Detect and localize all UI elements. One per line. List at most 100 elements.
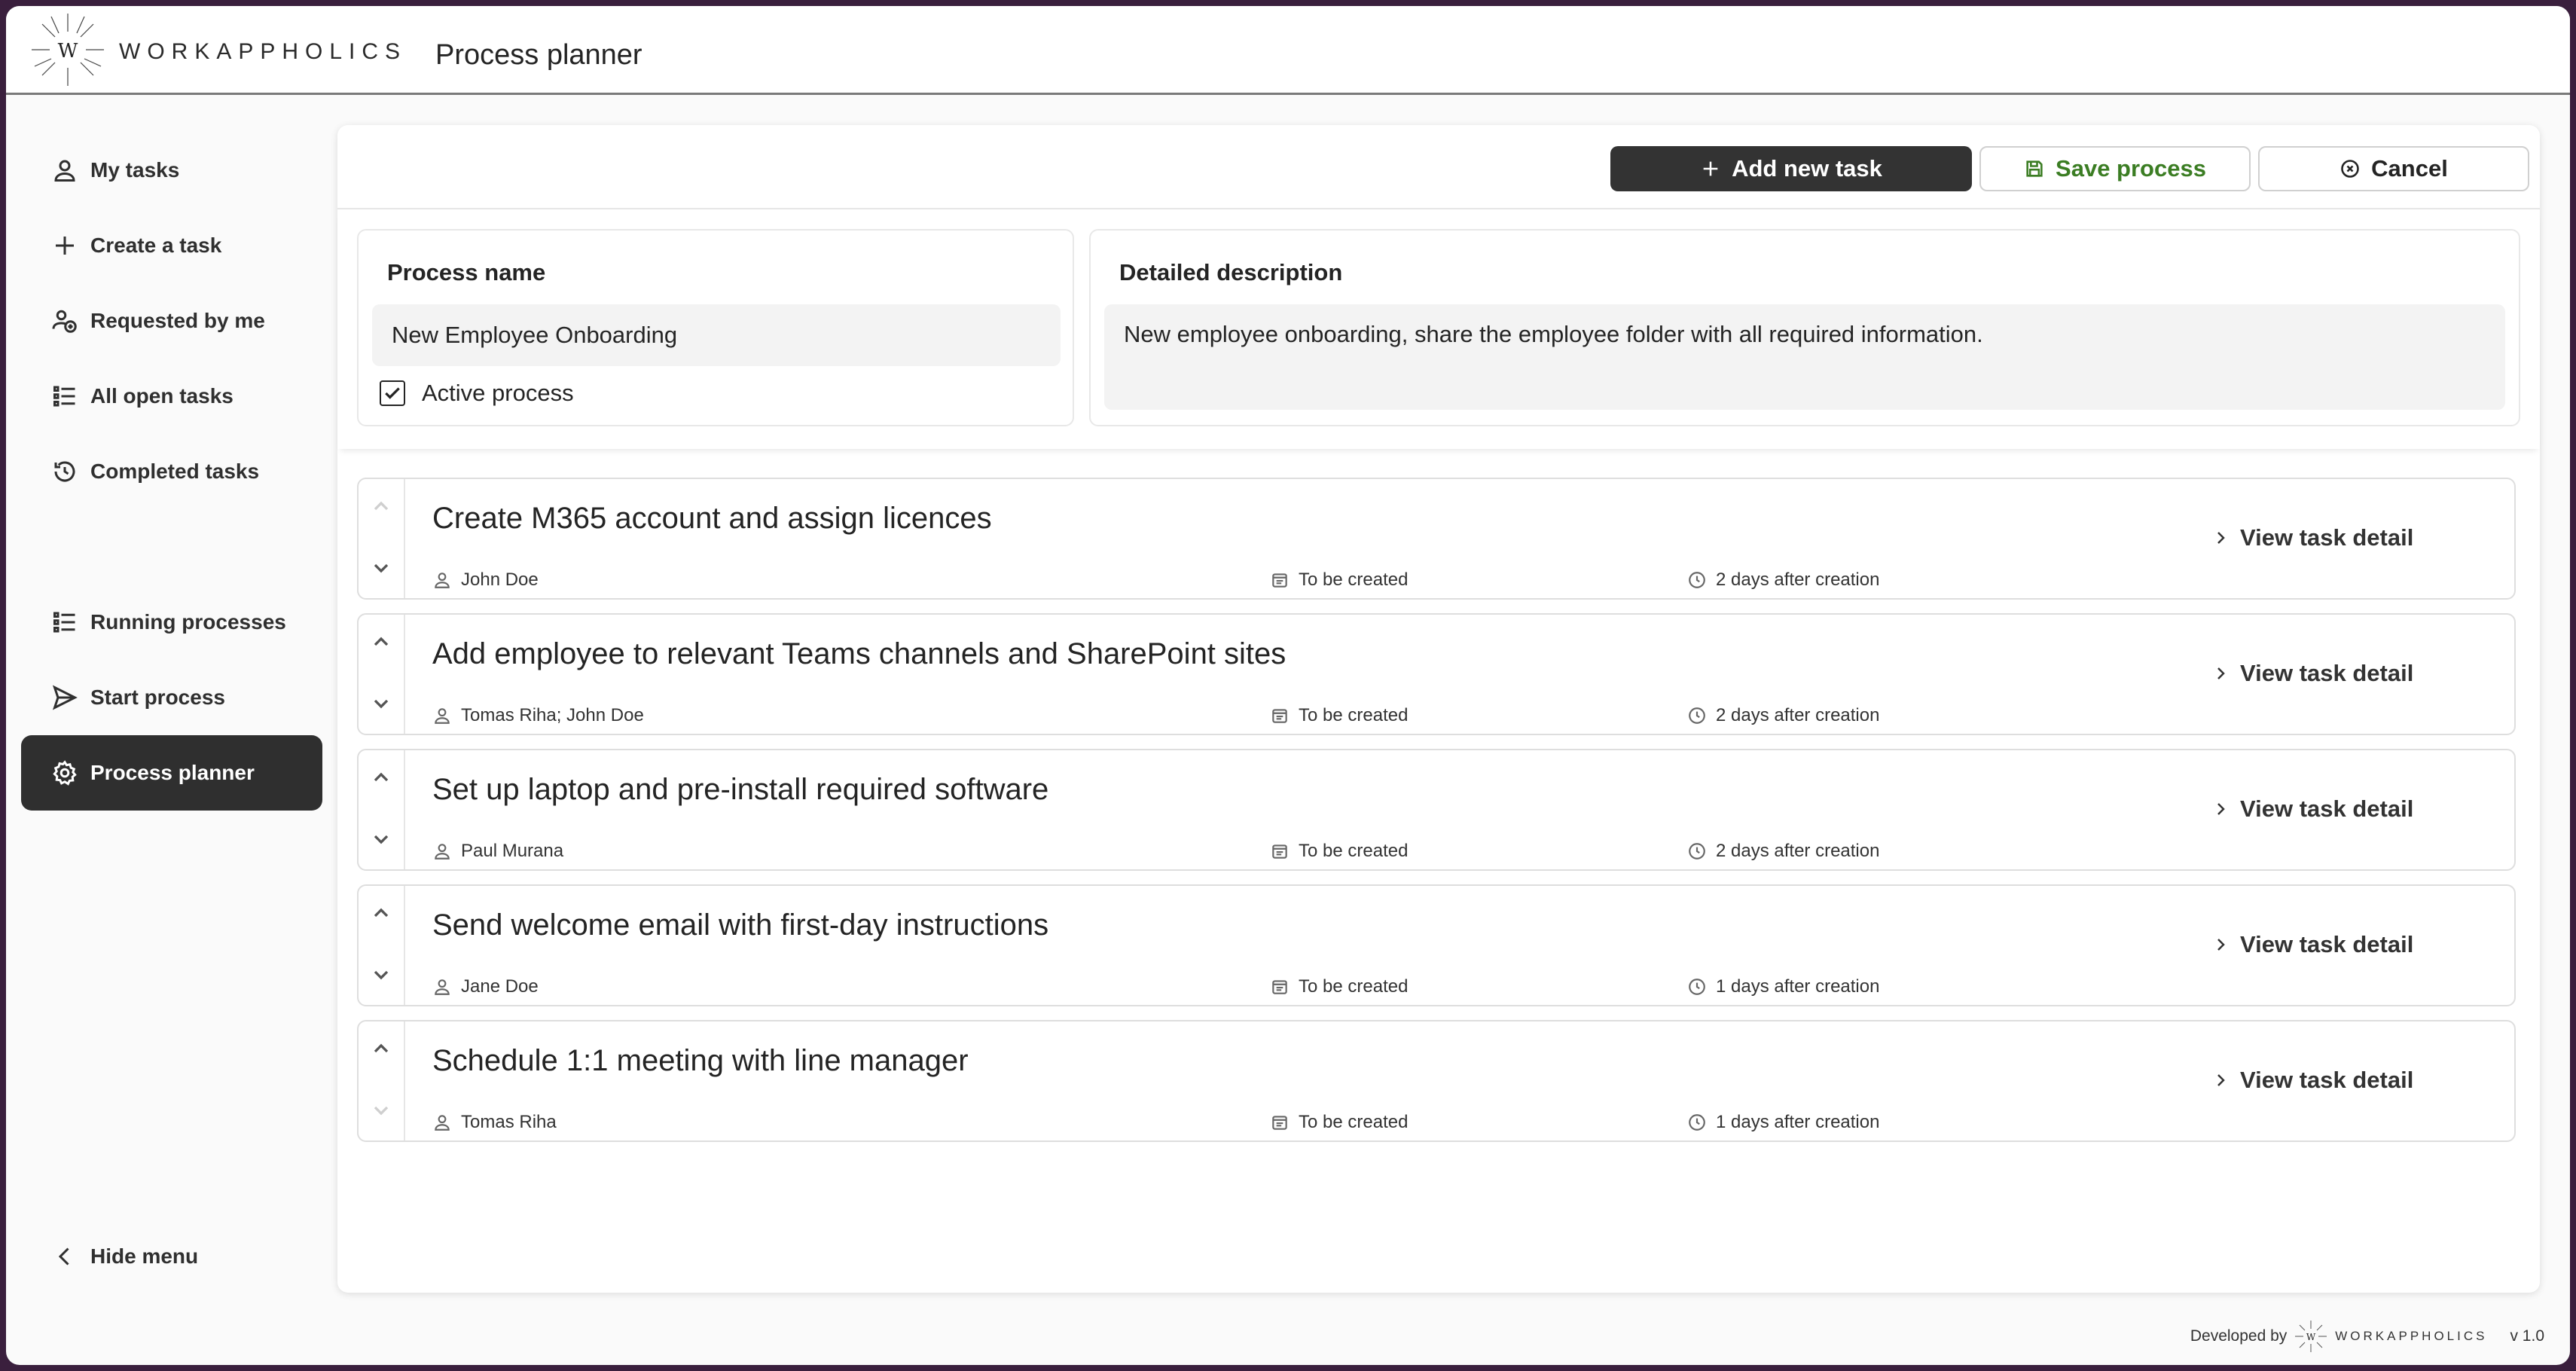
clock-icon — [1689, 707, 1705, 724]
task-status: To be created — [1270, 569, 1408, 591]
move-up-button[interactable] — [369, 630, 393, 654]
task-due: 2 days after creation — [1687, 705, 1879, 726]
task-assignee: Tomas Riha — [432, 1112, 557, 1133]
sidebar-item-label: Requested by me — [90, 309, 265, 332]
view-task-detail-link[interactable]: View task detail — [2211, 660, 2413, 687]
process-name-input[interactable]: New Employee Onboarding — [372, 304, 1061, 366]
plus-icon — [51, 232, 78, 259]
move-down-button[interactable] — [369, 692, 393, 716]
sidebar-item-label: My tasks — [90, 158, 180, 182]
sidebar-item-my-tasks[interactable]: My tasks — [21, 133, 322, 208]
sidebar-item-label: Start process — [90, 686, 225, 709]
view-task-detail-link[interactable]: View task detail — [2211, 524, 2413, 551]
process-name-card: Process name New Employee Onboarding Act… — [357, 229, 1074, 426]
task-due: 1 days after creation — [1687, 976, 1879, 997]
description-card: Detailed description New employee onboar… — [1089, 229, 2520, 426]
view-task-detail-link[interactable]: View task detail — [2211, 795, 2413, 823]
description-textarea[interactable]: New employee onboarding, share the emplo… — [1104, 304, 2505, 410]
move-up-button[interactable] — [369, 765, 393, 789]
chevron-up-icon — [374, 501, 389, 511]
chevron-down-icon — [374, 1106, 389, 1116]
calendar-icon — [1272, 980, 1287, 994]
sidebar-item-create-task[interactable]: Create a task — [21, 208, 322, 283]
reorder-controls — [359, 479, 405, 598]
task-row: Set up laptop and pre-install required s… — [357, 749, 2516, 871]
view-task-detail-link[interactable]: View task detail — [2211, 931, 2413, 958]
task-title: Create M365 account and assign licences — [432, 502, 992, 535]
sidebar-item-process-planner[interactable]: Process planner — [21, 735, 322, 811]
task-title: Send welcome email with first-day instru… — [432, 908, 1049, 942]
save-process-label: Save process — [2056, 155, 2206, 182]
move-down-button[interactable] — [369, 963, 393, 987]
task-due: 2 days after creation — [1687, 841, 1879, 862]
reorder-controls — [359, 615, 405, 734]
reorder-controls — [359, 1021, 405, 1140]
move-down-button[interactable] — [369, 556, 393, 580]
calendar-icon — [1272, 573, 1287, 588]
active-process-checkbox[interactable] — [380, 380, 405, 406]
plus-icon — [1703, 161, 1718, 176]
chevron-up-icon — [374, 772, 389, 782]
brand-logo-icon: W — [2295, 1321, 2327, 1352]
brand-logo-icon: W — [32, 14, 104, 86]
reorder-controls — [359, 750, 405, 869]
task-row: Create M365 account and assign licences … — [357, 478, 2516, 600]
cancel-label: Cancel — [2371, 155, 2448, 182]
move-down-button[interactable] — [369, 1098, 393, 1122]
people-add-icon — [51, 307, 78, 334]
clock-icon — [1689, 572, 1705, 588]
chevron-down-icon — [374, 970, 389, 980]
chevron-right-icon — [2217, 803, 2225, 815]
process-editor-panel: Add new task Save process Cancel Process… — [337, 125, 2540, 1293]
chevron-down-icon — [374, 699, 389, 709]
person-icon — [435, 844, 450, 860]
chevron-up-icon — [374, 1043, 389, 1053]
task-row: Add employee to relevant Teams channels … — [357, 613, 2516, 735]
cancel-button[interactable]: Cancel — [2258, 146, 2529, 191]
chevron-down-icon — [374, 835, 389, 844]
footer: Developed by W WORKAPPHOLICS v 1.0 — [2190, 1318, 2544, 1354]
view-task-detail-link[interactable]: View task detail — [2211, 1067, 2413, 1094]
sidebar-item-running-processes[interactable]: Running processes — [21, 585, 322, 660]
add-new-task-button[interactable]: Add new task — [1610, 146, 1972, 191]
active-process-toggle[interactable]: Active process — [380, 380, 574, 407]
task-assignee: Paul Murana — [432, 841, 563, 862]
calendar-icon — [1272, 709, 1287, 723]
toolbar: Add new task Save process Cancel — [337, 125, 2540, 209]
task-due: 2 days after creation — [1687, 569, 1879, 591]
chevron-up-icon — [374, 637, 389, 646]
move-down-button[interactable] — [369, 827, 393, 851]
sidebar-item-label: Running processes — [90, 610, 286, 634]
task-status: To be created — [1270, 1112, 1408, 1133]
clock-icon — [1689, 843, 1705, 860]
person-icon — [435, 1115, 450, 1131]
send-icon — [51, 684, 78, 711]
active-process-label: Active process — [422, 380, 574, 406]
task-title: Schedule 1:1 meeting with line manager — [432, 1044, 969, 1077]
task-assignee: Tomas Riha; John Doe — [432, 705, 644, 726]
history-icon — [51, 458, 78, 485]
page-title: Process planner — [435, 39, 642, 71]
hide-menu-button[interactable]: Hide menu — [21, 1219, 322, 1294]
clock-icon — [1689, 979, 1705, 995]
move-up-button[interactable] — [369, 1037, 393, 1061]
move-up-button[interactable] — [369, 901, 393, 925]
person-icon — [435, 573, 450, 588]
chevron-right-icon — [2217, 939, 2225, 951]
chevron-down-icon — [374, 563, 389, 573]
sidebar-item-start-process[interactable]: Start process — [21, 660, 322, 735]
description-label: Detailed description — [1119, 259, 1343, 285]
save-process-button[interactable]: Save process — [1979, 146, 2251, 191]
task-status: To be created — [1270, 705, 1408, 726]
version-label: v 1.0 — [2510, 1327, 2544, 1345]
sidebar-item-completed-tasks[interactable]: Completed tasks — [21, 434, 322, 509]
logo-letter: W — [58, 40, 78, 63]
chevron-left-icon — [51, 1243, 78, 1270]
chevron-right-icon — [2217, 667, 2225, 679]
move-up-button[interactable] — [369, 494, 393, 518]
sidebar-item-all-open-tasks[interactable]: All open tasks — [21, 359, 322, 434]
person-icon — [435, 708, 450, 724]
sidebar-item-requested-by-me[interactable]: Requested by me — [21, 283, 322, 359]
top-bar: W WORKAPPHOLICS Process planner — [6, 6, 2570, 95]
chevron-right-icon — [2217, 1074, 2225, 1086]
